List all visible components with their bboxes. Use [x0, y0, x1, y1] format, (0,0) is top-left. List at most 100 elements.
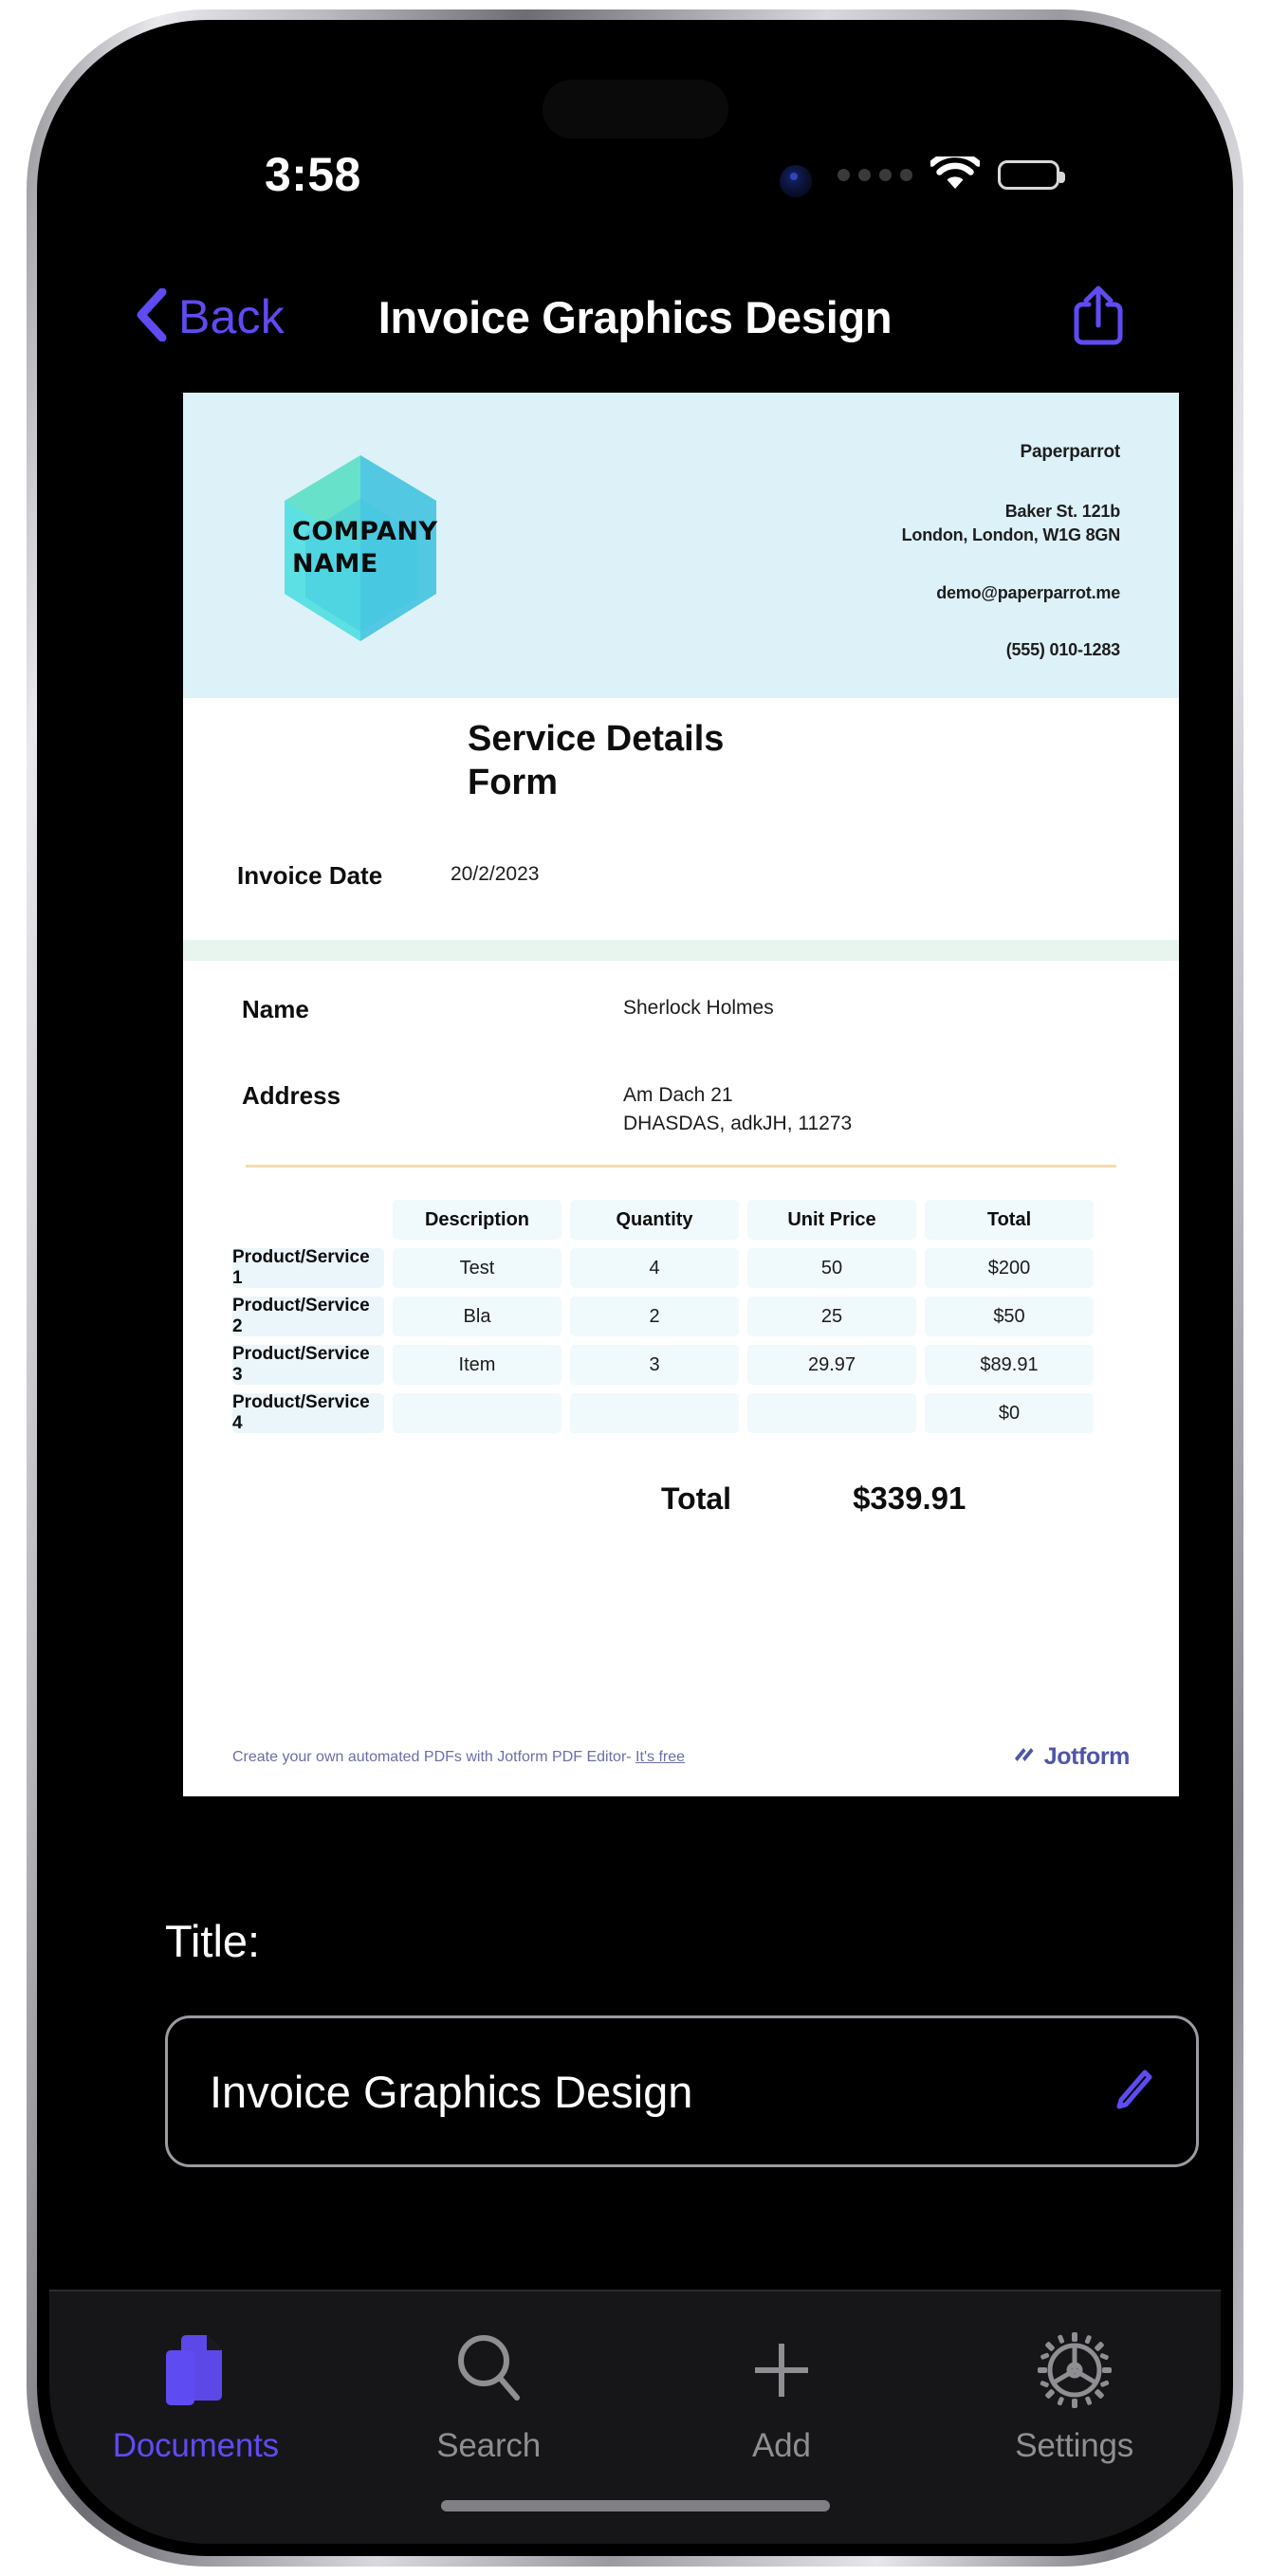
search-icon: [452, 2329, 525, 2411]
phone-screen: 3:58 Back Invoice Graphics Design COMPAN…: [49, 32, 1221, 2544]
title-input[interactable]: Invoice Graphics Design: [165, 2015, 1199, 2167]
tab-settings[interactable]: Settings: [928, 2329, 1221, 2465]
table-cell-description: Test: [393, 1248, 561, 1288]
table-cell-quantity: 4: [570, 1248, 739, 1288]
company-phone: (555) 010-1283: [1005, 640, 1120, 659]
table-row: Product/Service 4 $0: [232, 1392, 1130, 1433]
tab-label-add: Add: [752, 2427, 811, 2464]
table-cell-unit-price: 50: [747, 1248, 916, 1288]
dynamic-island: [542, 80, 728, 138]
table-cell-unit-price: 29.97: [747, 1345, 916, 1385]
name-value: Sherlock Holmes: [623, 997, 774, 1019]
company-logo-line1: COMPANY: [292, 517, 438, 546]
totals-label: Total: [661, 1481, 732, 1516]
section-divider-band: [183, 940, 1179, 961]
table-row: Product/Service 1 Test 4 50 $200: [232, 1247, 1130, 1288]
table-cell-description: [393, 1393, 561, 1433]
invoice-date-row: Invoice Date 20/2/2023: [183, 831, 1179, 940]
totals-value: $339.91: [853, 1481, 966, 1516]
company-logo: COMPANY NAME: [285, 455, 437, 641]
form-title-line1: Service Details: [468, 719, 725, 759]
totals-row: Total $339.91: [183, 1481, 1179, 1517]
jotform-mark-icon: [1011, 1742, 1036, 1772]
table-header-description: Description: [393, 1200, 561, 1240]
table-cell-quantity: 2: [570, 1297, 739, 1336]
table-row-label: Product/Service 4: [232, 1392, 384, 1433]
table-header-total: Total: [925, 1200, 1094, 1240]
company-info: Paperparrot Baker St. 121b London, Londo…: [902, 442, 1121, 660]
status-bar: 3:58: [49, 144, 1221, 205]
page-title: Invoice Graphics Design: [377, 291, 893, 342]
table-cell-total: $89.91: [925, 1345, 1094, 1385]
phone-frame: 3:58 Back Invoice Graphics Design COMPAN…: [27, 9, 1243, 2567]
status-indicators: [837, 144, 1065, 205]
title-input-value[interactable]: Invoice Graphics Design: [210, 2066, 1113, 2118]
table-row: Product/Service 3 Item 3 29.97 $89.91: [232, 1344, 1130, 1385]
gear-icon: [1036, 2329, 1114, 2411]
signal-dots-icon: [837, 168, 912, 181]
customer-details: Name Sherlock Holmes Address Am Dach 21 …: [183, 961, 1179, 1179]
items-table: Description Quantity Unit Price Total Pr…: [183, 1200, 1179, 1433]
home-indicator[interactable]: [440, 2500, 830, 2512]
form-title: Service Details Form: [468, 717, 781, 804]
share-button[interactable]: [1071, 265, 1126, 369]
tab-label-documents: Documents: [112, 2427, 279, 2464]
table-cell-description: Bla: [393, 1297, 561, 1336]
plus-icon: [745, 2329, 818, 2411]
company-name: Paperparrot: [1020, 442, 1120, 462]
invoice-page: COMPANY NAME Paperparrot Baker St. 121b …: [183, 393, 1179, 1796]
wifi-icon: [930, 156, 980, 193]
table-header-unit-price: Unit Price: [747, 1200, 916, 1240]
documents-icon: [161, 2329, 230, 2411]
table-cell-total: $50: [925, 1297, 1094, 1336]
address-label: Address: [242, 1081, 341, 1110]
table-row-label: Product/Service 1: [232, 1247, 384, 1288]
table-row-label: Product/Service 3: [232, 1344, 384, 1385]
table-cell-quantity: [570, 1393, 739, 1433]
table-cell-quantity: 3: [570, 1345, 739, 1385]
footer-link[interactable]: It's free: [635, 1749, 685, 1765]
table-row: Product/Service 2 Bla 2 25 $50: [232, 1296, 1130, 1336]
company-address-line1: Baker St. 121b: [1004, 502, 1120, 521]
pencil-icon[interactable]: [1113, 2067, 1154, 2117]
table-cell-total: $0: [925, 1393, 1094, 1433]
company-logo-text: COMPANY NAME: [292, 516, 453, 580]
form-title-block: Service Details Form: [183, 698, 1179, 841]
invoice-date-label: Invoice Date: [237, 861, 383, 890]
table-cell-unit-price: [747, 1393, 916, 1433]
form-title-line2: Form: [468, 763, 558, 802]
document-preview[interactable]: COMPANY NAME Paperparrot Baker St. 121b …: [121, 383, 1193, 1806]
tab-label-settings: Settings: [1015, 2427, 1134, 2464]
name-label: Name: [242, 995, 309, 1023]
company-logo-line2: NAME: [292, 549, 378, 579]
invoice-date-value: 20/2/2023: [451, 863, 540, 885]
tab-label-search: Search: [436, 2427, 541, 2464]
company-email: demo@paperparrot.me: [936, 583, 1120, 602]
navigation-bar: Back Invoice Graphics Design: [49, 265, 1221, 369]
table-corner-cell: [232, 1200, 384, 1240]
section-divider-rule: [246, 1165, 1116, 1168]
table-cell-description: Item: [393, 1345, 561, 1385]
table-cell-unit-price: 25: [747, 1297, 916, 1336]
address-line2: DHASDAS, adkJH, 11273: [623, 1113, 853, 1134]
table-row-label: Product/Service 2: [232, 1296, 384, 1336]
table-header-row: Description Quantity Unit Price Total: [232, 1200, 1130, 1240]
battery-icon: [998, 159, 1065, 190]
phone-bezel: 3:58 Back Invoice Graphics Design COMPAN…: [37, 20, 1233, 2556]
table-cell-total: $200: [925, 1248, 1094, 1288]
document-footer: Create your own automated PDFs with Jotf…: [183, 1742, 1179, 1772]
invoice-header-band: COMPANY NAME Paperparrot Baker St. 121b …: [183, 393, 1179, 698]
company-address: Baker St. 121b London, London, W1G 8GN: [902, 500, 1121, 547]
title-label: Title:: [165, 1916, 261, 1966]
address-value: Am Dach 21 DHASDAS, adkJH, 11273: [623, 1081, 852, 1138]
status-time: 3:58: [265, 148, 361, 201]
jotform-logo: Jotform: [1011, 1742, 1130, 1772]
address-line1: Am Dach 21: [623, 1084, 733, 1106]
footer-text-static: Create your own automated PDFs with Jotf…: [232, 1748, 636, 1765]
share-icon: [1071, 284, 1126, 351]
footer-text: Create your own automated PDFs with Jotf…: [232, 1749, 685, 1766]
tab-add[interactable]: Add: [635, 2329, 929, 2465]
tab-documents[interactable]: Documents: [49, 2329, 342, 2465]
table-header-quantity: Quantity: [570, 1200, 739, 1240]
tab-search[interactable]: Search: [342, 2329, 635, 2465]
